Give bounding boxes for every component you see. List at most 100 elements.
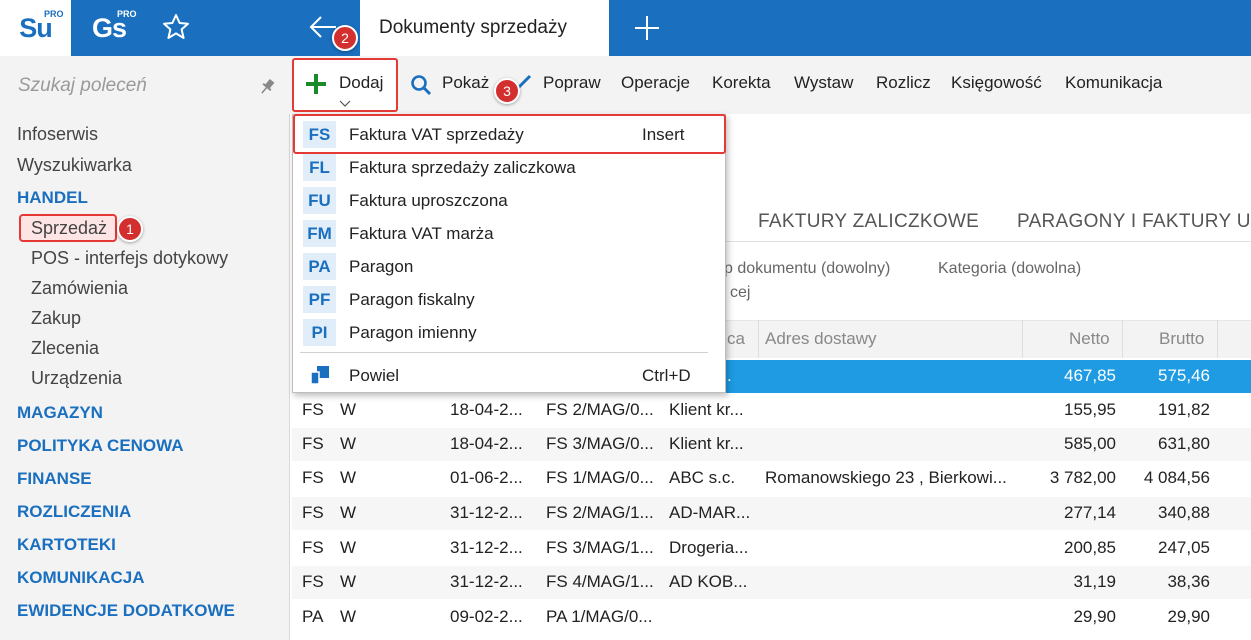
cell-status: W [340,400,357,419]
issue-menu[interactable]: Wystaw [794,73,853,93]
menu-item-shortcut: Ctrl+D [642,366,691,385]
edit-button[interactable]: Popraw [543,73,601,93]
tab-sales-documents-label: Dokumenty sprzedaży [379,17,567,38]
sidebar-section-rozliczenia[interactable]: ROZLICZENIA [17,502,131,522]
pin-icon[interactable] [257,77,277,97]
cell-status: W [340,503,357,522]
command-search-input[interactable]: Szukaj poleceń [18,75,147,97]
cell-gross: 191,82 [1158,400,1210,419]
cell-date: 31-12-2... [450,503,523,522]
step-badge-2: 2 [332,25,358,51]
cell-status: W [340,468,357,487]
column-header-gross[interactable]: Brutto [1159,329,1204,349]
filter-document-type[interactable]: p dokumentu (dowolny) [724,260,890,278]
cell-contractor: AD KOB... [669,572,748,591]
cell-net: 585,00 [1064,434,1116,453]
cell-address: Romanowskiego 23 , Bierkowi... [765,468,1007,487]
sidebar-section-komunikacja[interactable]: KOMUNIKACJA [17,568,145,588]
chevron-down-icon[interactable] [339,100,351,108]
cell-net: 200,85 [1064,538,1116,557]
add-button-label[interactable]: Dodaj [339,73,383,93]
menu-item-code: PI [303,319,336,346]
sidebar-item-infoserwis[interactable]: Infoserwis [17,124,98,145]
sidebar-item-zamowienia[interactable]: Zamówienia [31,278,128,299]
menu-item-pa[interactable]: PA Paragon [299,250,719,283]
sidebar-item-sprzedaz[interactable]: Sprzedaż [31,218,107,239]
sidebar-item-zlecenia[interactable]: Zlecenia [31,338,99,359]
new-tab-icon[interactable] [632,13,662,43]
sidebar-item-zakup[interactable]: Zakup [31,308,81,329]
cell-type: FS [302,503,324,522]
cell-contractor: AD-MAR... [669,503,751,522]
tab-paragony-i-faktury[interactable]: PARAGONY I FAKTURY UP [1017,211,1251,233]
table-row[interactable]: FS W 31-12-2... FS 4/MAG/1... AD KOB... … [292,566,1251,599]
column-header-address[interactable]: Adres dostawy [765,329,877,349]
menu-item-highlight [293,114,726,154]
sidebar-item-urzadzenia[interactable]: Urządzenia [31,368,122,389]
menu-item-fl[interactable]: FL Faktura sprzedaży zaliczkowa [299,151,719,184]
cell-net: 29,90 [1073,607,1116,626]
menu-item-pf[interactable]: PF Paragon fiskalny [299,283,719,316]
cell-contractor: Drogeria... [669,538,749,557]
filter-category[interactable]: Kategoria (dowolna) [938,260,1081,278]
cell-type: PA [302,607,324,626]
gs-logo[interactable]: Gs PRO [71,0,147,56]
cell-type: FS [302,572,324,591]
menu-item-fu[interactable]: FU Faktura uproszczona [299,184,719,217]
su-logo[interactable]: Su PRO [0,0,71,56]
sidebar-item-pos[interactable]: POS - interfejs dotykowy [31,248,228,269]
cell-contractor: ABC s.c. [669,468,736,487]
cell-number: FS 2/MAG/1... [546,503,654,522]
table-row[interactable]: FS W 18-04-2... FS 2/MAG/0... Klient kr.… [292,394,1251,427]
cell-gross: 247,05 [1158,538,1210,557]
cell-gross: 29,90 [1167,607,1210,626]
plus-icon [306,74,326,94]
sidebar-section-finanse[interactable]: FINANSE [17,469,92,489]
table-row[interactable]: FS W 31-12-2... FS 3/MAG/1... Drogeria..… [292,532,1251,565]
sidebar-section-polityka-cenowa[interactable]: POLITYKA CENOWA [17,436,184,456]
cell-number: FS 4/MAG/1... [546,572,654,591]
sidebar-section-magazyn[interactable]: MAGAZYN [17,403,103,423]
menu-item-pi[interactable]: PI Paragon imienny [299,316,719,349]
sidebar-section-ewidencje[interactable]: EWIDENCJE DODATKOWE [17,601,235,621]
show-button[interactable]: Pokaż [442,73,489,93]
cell-net: 277,14 [1064,503,1116,522]
settle-menu[interactable]: Rozlicz [876,73,931,93]
sidebar-section-kartoteki[interactable]: KARTOTEKI [17,535,116,555]
su-logo-pro: PRO [44,9,64,19]
cell-date: 31-12-2... [450,572,523,591]
menu-item-duplicate[interactable]: Powiel Ctrl+D [299,359,719,392]
filter-second-line[interactable]: cej [730,284,750,302]
column-header-net[interactable]: Netto [1069,329,1110,349]
tab-faktury-zaliczkowe[interactable]: FAKTURY ZALICZKOWE [758,211,979,233]
column-separator [1217,320,1218,358]
cell-net: 31,19 [1073,572,1116,591]
table-row[interactable]: FS W 18-04-2... FS 3/MAG/0... Klient kr.… [292,428,1251,461]
sidebar-item-wyszukiwarka[interactable]: Wyszukiwarka [17,155,132,176]
cell-gross: 340,88 [1158,503,1210,522]
table-row[interactable]: FS W 31-12-2... FS 2/MAG/1... AD-MAR... … [292,497,1251,530]
star-icon[interactable] [161,12,191,42]
step-badge-3: 3 [494,78,520,104]
cell-status: W [340,572,357,591]
menu-item-label: Faktura VAT marża [349,224,494,243]
cell-number: FS 2/MAG/0... [546,400,654,419]
cell-number: FS 3/MAG/0... [546,434,654,453]
table-row[interactable]: PA W 09-02-2... PA 1/MAG/0... 29,90 29,9… [292,601,1251,634]
operations-menu[interactable]: Operacje [621,73,690,93]
column-header-ca[interactable]: ca [727,329,745,349]
communication-menu[interactable]: Komunikacja [1065,73,1162,93]
cell-contractor: Klient kr... [669,434,744,453]
sidebar-section-handel[interactable]: HANDEL [17,188,88,208]
cell-contractor: Klient kr... [669,400,744,419]
menu-item-fm[interactable]: FM Faktura VAT marża [299,217,719,250]
duplicate-icon [310,366,329,385]
cell-net: 467,85 [1064,366,1116,385]
accounting-menu[interactable]: Księgowość [951,73,1042,93]
gs-logo-pro: PRO [117,9,137,19]
cell-type: FS [302,400,324,419]
correction-menu[interactable]: Korekta [712,73,771,93]
tab-sales-documents[interactable]: Dokumenty sprzedaży [360,0,609,56]
table-row[interactable]: FS W 01-06-2... FS 1/MAG/0... ABC s.c. R… [292,462,1251,495]
cell-gross: 575,46 [1158,366,1210,385]
